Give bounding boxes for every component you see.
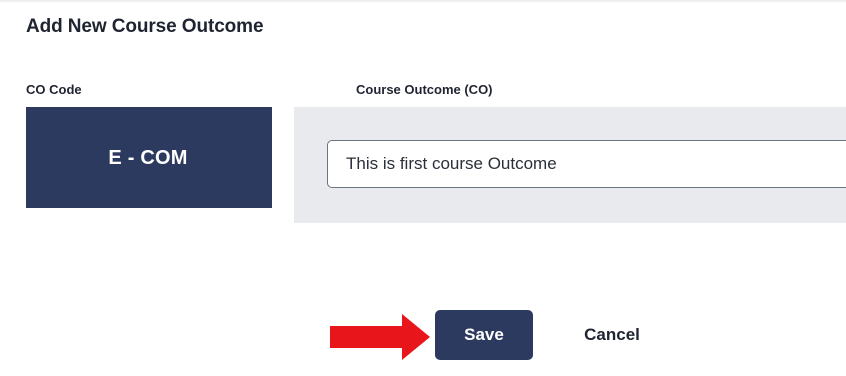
- cancel-button[interactable]: Cancel: [566, 310, 658, 360]
- right-arrow-icon: [330, 314, 430, 360]
- top-divider: [0, 0, 846, 3]
- co-code-box: E - COM: [26, 107, 272, 208]
- dialog-title: Add New Course Outcome: [26, 16, 264, 37]
- co-code-label: CO Code: [26, 82, 82, 97]
- course-outcome-label: Course Outcome (CO): [356, 82, 493, 97]
- co-code-value: E - COM: [108, 147, 188, 169]
- add-course-outcome-dialog: Add New Course Outcome CO Code Course Ou…: [0, 0, 846, 376]
- course-outcome-input[interactable]: [327, 140, 846, 188]
- save-button[interactable]: Save: [435, 310, 533, 360]
